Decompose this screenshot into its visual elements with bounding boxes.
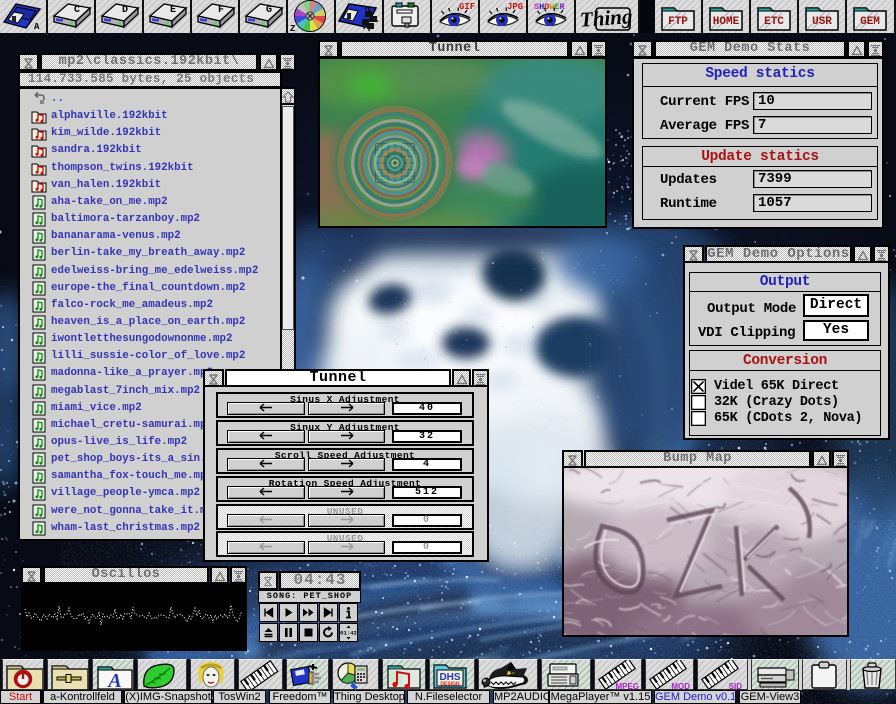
svg-text:Z: Z: [290, 24, 295, 33]
svg-text:01:42: 01:42: [340, 630, 357, 637]
svg-text:A: A: [34, 22, 40, 32]
svg-text:USR: USR: [812, 16, 832, 28]
svg-text:C: C: [74, 5, 80, 16]
svg-text:MPEG: MPEG: [615, 682, 639, 690]
svg-text:E: E: [170, 5, 176, 16]
svg-text:HOME: HOME: [713, 16, 740, 28]
svg-text:G: G: [266, 5, 272, 16]
svg-text:FTP: FTP: [668, 16, 688, 28]
svg-text:D: D: [122, 5, 128, 16]
svg-text:A: A: [106, 670, 121, 690]
svg-text:F: F: [218, 5, 224, 16]
svg-text:SID: SID: [729, 682, 743, 690]
svg-text:MOD: MOD: [671, 682, 690, 690]
svg-text:Thing: Thing: [579, 4, 633, 32]
svg-text:DESIGN: DESIGN: [440, 682, 460, 688]
svg-text:GEM: GEM: [860, 16, 880, 28]
svg-text:SHOWER: SHOWER: [534, 2, 566, 12]
svg-text:ETC: ETC: [764, 16, 784, 28]
